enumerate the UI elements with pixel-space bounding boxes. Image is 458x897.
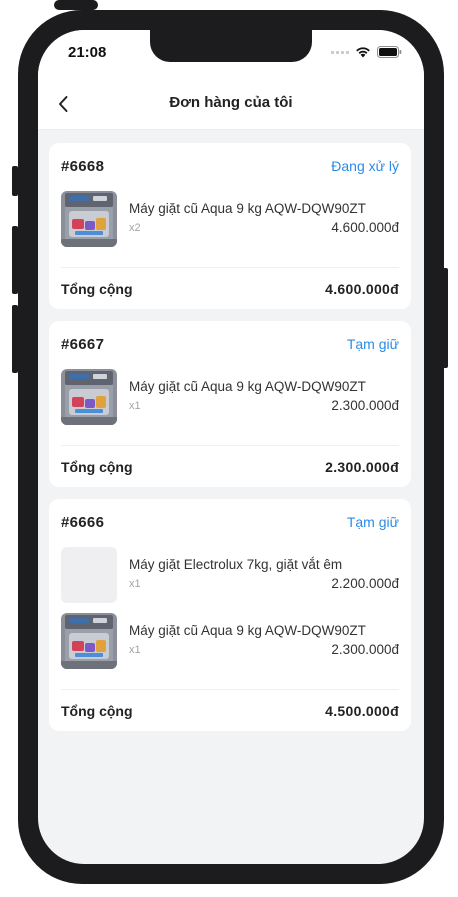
nav-bar: Đơn hàng của tôi [38,78,424,130]
order-card[interactable]: #6667 Tạm giữ Máy giặt cũ Aqua 9 kg AQW-D… [49,321,411,487]
power-button [442,268,448,368]
product-name: Máy giặt cũ Aqua 9 kg AQW-DQW90ZT [129,623,366,638]
order-header: #6668 Đang xử lý [61,143,399,189]
order-header: #6666 Tạm giữ [61,499,399,545]
order-footer: Tổng cộng 4.500.000đ [61,689,399,731]
status-icons [331,46,402,58]
item-quantity: x1 [129,577,141,590]
order-footer: Tổng cộng 4.600.000đ [61,267,399,309]
product-name: Máy giặt Electrolux 7kg, giặt vắt êm [129,557,343,572]
order-item[interactable]: Máy giặt cũ Aqua 9 kg AQW-DQW90ZT x1 2.300… [61,367,399,433]
wifi-icon [356,47,370,58]
item-price: 4.600.000đ [331,220,399,235]
order-item[interactable]: Máy giặt cũ Aqua 9 kg AQW-DQW90ZT x2 4.600… [61,189,399,255]
volume-down-button [12,305,18,373]
volume-up-button [12,226,18,294]
product-image [61,613,117,669]
total-value: 4.500.000đ [325,702,399,719]
cellular-signal-icon [331,50,349,54]
item-price: 2.300.000đ [331,398,399,413]
notch [150,30,312,62]
product-name: Máy giặt cũ Aqua 9 kg AQW-DQW90ZT [129,201,366,216]
product-image [61,369,117,425]
order-id: #6668 [61,157,105,175]
order-list: #6668 Đang xử lý Máy giặt cũ Aqua 9 kg AQ… [49,143,411,743]
order-status: Tạm giữ [346,336,399,352]
total-value: 4.600.000đ [325,280,399,297]
total-label: Tổng cộng [61,458,133,475]
item-row: x1 2.300.000đ [129,642,399,657]
order-card[interactable]: #6668 Đang xử lý Máy giặt cũ Aqua 9 kg AQ… [49,143,411,309]
order-status: Tạm giữ [346,514,399,530]
page-title: Đơn hàng của tôi [169,94,293,111]
item-info: Máy giặt Electrolux 7kg, giặt vắt êm x1 2.… [129,547,399,603]
order-item[interactable]: Máy giặt cũ Aqua 9 kg AQW-DQW90ZT x1 2.300… [61,611,399,677]
item-info: Máy giặt cũ Aqua 9 kg AQW-DQW90ZT x1 2.300… [129,613,399,669]
total-value: 2.300.000đ [325,458,399,475]
item-row: x1 2.200.000đ [129,576,399,591]
order-footer: Tổng cộng 2.300.000đ [61,445,399,487]
item-price: 2.300.000đ [331,642,399,657]
product-image [61,191,117,247]
product-name: Máy giặt cũ Aqua 9 kg AQW-DQW90ZT [129,379,366,394]
order-header: #6667 Tạm giữ [61,321,399,367]
mute-switch [12,166,18,196]
order-status: Đang xử lý [331,158,399,174]
item-info: Máy giặt cũ Aqua 9 kg AQW-DQW90ZT x1 2.300… [129,369,399,425]
item-price: 2.200.000đ [331,576,399,591]
item-row: x1 2.300.000đ [129,398,399,413]
item-row: x2 4.600.000đ [129,220,399,235]
total-label: Tổng cộng [61,280,133,297]
order-item[interactable]: Máy giặt Electrolux 7kg, giặt vắt êm x1 2.… [61,545,399,611]
order-id: #6666 [61,513,105,531]
item-quantity: x1 [129,399,141,412]
product-image-placeholder [61,547,117,603]
item-quantity: x1 [129,643,141,656]
screen: 21:08 Đơn hàng của tôi #6668 Đang xử lý … [38,30,424,864]
status-time: 21:08 [68,44,107,61]
order-id: #6667 [61,335,105,353]
battery-icon [377,46,402,58]
order-card[interactable]: #6666 Tạm giữ Máy giặt Electrolux 7kg, giặ… [49,499,411,731]
frame-top-mark [54,0,98,10]
item-info: Máy giặt cũ Aqua 9 kg AQW-DQW90ZT x2 4.600… [129,191,399,247]
item-quantity: x2 [129,221,141,234]
total-label: Tổng cộng [61,702,133,719]
